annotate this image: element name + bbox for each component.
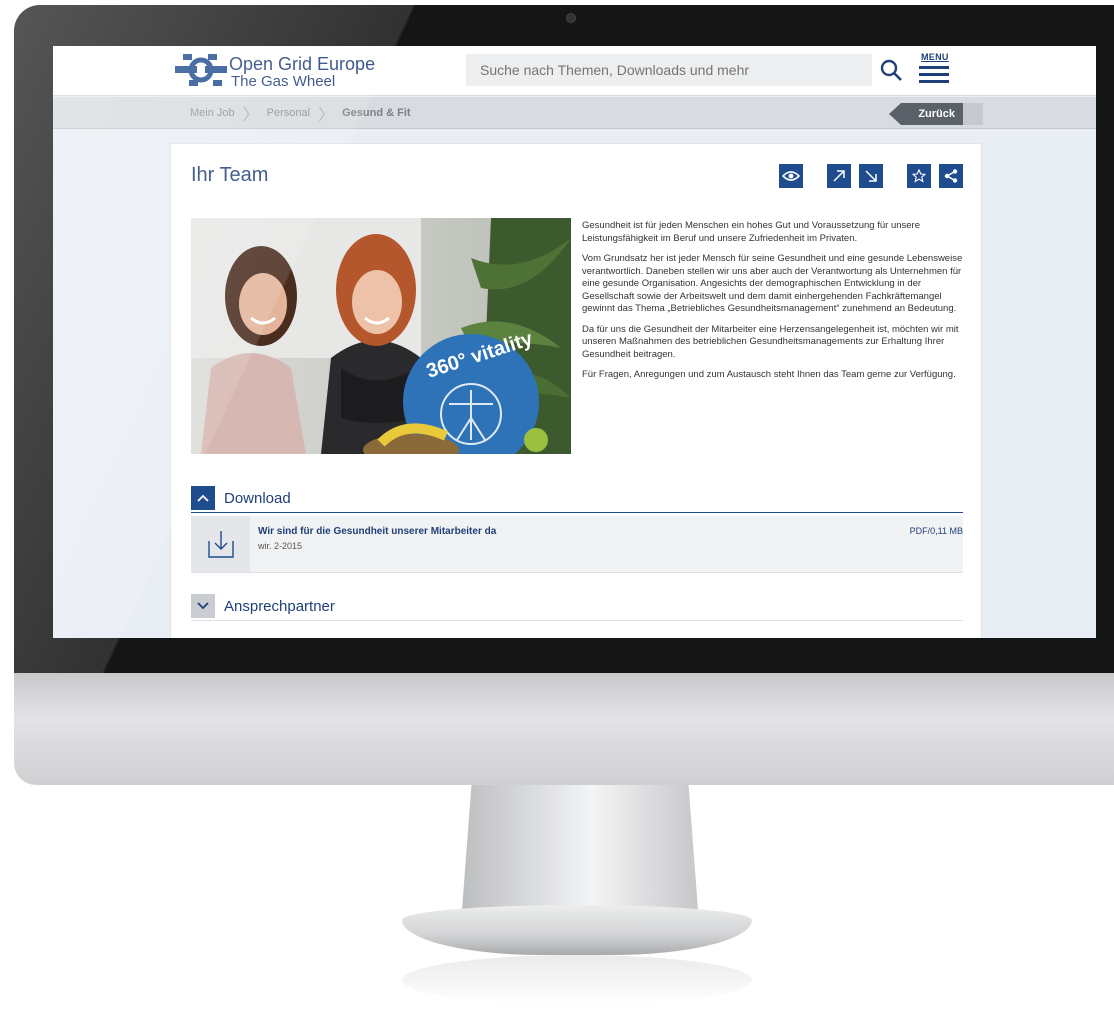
download-item[interactable]: Wir sind für die Gesundheit unserer Mita… xyxy=(191,516,963,572)
logo[interactable]: Open Grid Europe The Gas Wheel xyxy=(175,52,395,90)
search-input[interactable] xyxy=(466,54,872,86)
hamburger-icon-bar xyxy=(919,80,949,83)
chevron-down-icon[interactable] xyxy=(191,594,215,618)
menu-label: MENU xyxy=(921,52,949,62)
eye-icon[interactable] xyxy=(779,164,803,188)
chevron-right-icon: 〉 xyxy=(318,107,335,124)
row-divider xyxy=(191,572,963,573)
camera-icon xyxy=(566,13,576,23)
chevron-up-icon[interactable] xyxy=(191,486,215,510)
download-title[interactable]: Wir sind für die Gesundheit unserer Mita… xyxy=(258,526,496,537)
team-photo: 360° vitality xyxy=(191,218,571,454)
monitor-base xyxy=(402,905,752,955)
breadcrumb: Mein Job 〉 Personal 〉 Gesund & Fit xyxy=(190,97,411,129)
back-button[interactable]: Zurück xyxy=(889,103,963,125)
paragraph: Da für uns die Gesundheit der Mitarbeite… xyxy=(582,323,959,360)
logo-title: Open Grid Europe xyxy=(229,54,376,74)
download-icon[interactable] xyxy=(191,516,250,572)
section-divider xyxy=(191,512,963,513)
download-file-size: PDF/0,11 MB xyxy=(909,526,963,536)
download-subtitle: wir. 2-2015 xyxy=(258,541,303,551)
hamburger-icon xyxy=(919,66,949,69)
section-title-contact: Ansprechpartner xyxy=(224,597,335,615)
content-card: Ihr Team 360° vitality Gesundheit ist fü… xyxy=(170,143,982,638)
screen: Open Grid Europe The Gas Wheel MENU Mein… xyxy=(53,46,1096,638)
expand-icon[interactable] xyxy=(827,164,851,188)
chevron-right-icon: 〉 xyxy=(242,107,259,124)
back-button-tab xyxy=(963,103,983,125)
body-text: Gesundheit ist für jeden Menschen ein ho… xyxy=(582,220,967,390)
collapse-icon[interactable] xyxy=(859,164,883,188)
section-divider xyxy=(191,620,963,621)
section-title-download: Download xyxy=(224,489,291,507)
menu-button[interactable]: MENU xyxy=(919,52,951,88)
breadcrumb-item-current: Gesund & Fit xyxy=(342,107,411,119)
paragraph: Für Fragen, Anregungen und zum Austausch… xyxy=(582,369,956,380)
monitor-stand xyxy=(462,785,698,910)
contact-section-header[interactable]: Ansprechpartner xyxy=(191,592,963,620)
search-icon[interactable] xyxy=(879,58,903,82)
monitor-base-reflection xyxy=(402,955,752,1005)
top-bar: Open Grid Europe The Gas Wheel MENU xyxy=(53,46,1096,96)
logo-subtitle: The Gas Wheel xyxy=(231,73,336,90)
logo-icon xyxy=(175,54,227,86)
breadcrumb-bar: Mein Job 〉 Personal 〉 Gesund & Fit Zurüc… xyxy=(53,97,1096,129)
monitor-chin xyxy=(14,673,1114,785)
share-icon[interactable] xyxy=(939,164,963,188)
breadcrumb-item-personal[interactable]: Personal xyxy=(267,107,310,119)
star-icon[interactable] xyxy=(907,164,931,188)
breadcrumb-item-mein-job[interactable]: Mein Job xyxy=(190,107,235,119)
paragraph: Gesundheit ist für jeden Menschen ein ho… xyxy=(582,220,920,244)
page-title: Ihr Team xyxy=(191,164,269,186)
hamburger-icon-bar xyxy=(919,73,949,76)
paragraph: Vom Grundsatz her ist jeder Mensch für s… xyxy=(582,253,963,314)
download-section-header[interactable]: Download xyxy=(191,484,963,512)
